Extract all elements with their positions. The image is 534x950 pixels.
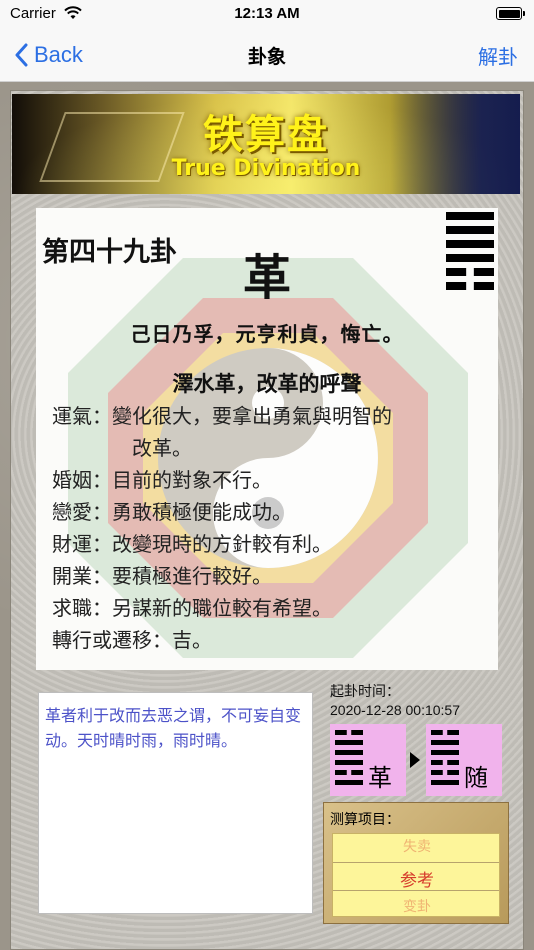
arrow-right-icon: [410, 752, 420, 768]
yang-line: [431, 740, 459, 745]
yang-line: [335, 750, 363, 755]
yang-line: [446, 212, 494, 220]
app-banner: 铁算盘 True Divination: [12, 94, 520, 194]
yin-line: [473, 282, 494, 290]
start-time-label: 起卦时间：: [330, 683, 400, 699]
hexagram-name: 革: [242, 250, 291, 306]
picker-option[interactable]: 变卦: [333, 896, 499, 916]
yin-line: [447, 760, 459, 765]
hexagram-lines-icon: [446, 212, 494, 290]
original-hexagram-box: 革: [330, 724, 406, 796]
commentary-text[interactable]: 革者利于改而去恶之谓，不可妄自变动。天时晴时雨，雨时晴。: [38, 692, 313, 914]
chevron-left-icon: [15, 43, 28, 67]
changed-hexagram-box: 随: [426, 724, 502, 796]
fortune-row-wealth: 財運：改變現時的方針較有利。: [52, 532, 332, 556]
yin-line: [446, 282, 467, 290]
fortune-row-luck: 運氣：變化很大，要拿出勇氣與明智的: [52, 404, 392, 428]
yin-line: [431, 730, 443, 735]
hexagram-judgment: 己日乃孚，元亨利貞，悔亡。: [130, 322, 404, 346]
start-time-value: 2020-12-28 00:10:57: [330, 702, 460, 718]
original-hexagram-lines-icon: [335, 730, 363, 785]
battery-icon: [496, 7, 525, 20]
yang-line: [335, 780, 363, 785]
yin-line: [431, 760, 443, 765]
picker-option[interactable]: 失卖: [333, 836, 499, 856]
yin-line: [447, 770, 459, 775]
clock: 12:13 AM: [234, 5, 300, 22]
hexagram-card: 第四十九卦 革 己日乃孚，元亨利貞，悔亡。 澤水革，改革的呼聲 運氣：變化很大，…: [36, 208, 498, 670]
yang-line: [446, 254, 494, 262]
yin-line: [351, 770, 363, 775]
project-label: 测算项目：: [330, 812, 400, 828]
yang-line: [446, 240, 494, 248]
project-panel: 测算项目： 失卖 参考 变卦: [323, 802, 509, 924]
banner-subtitle: True Divination: [171, 156, 361, 181]
navigation-bar: Back 卦象 解卦: [0, 28, 534, 82]
yin-line: [351, 730, 363, 735]
picker-option-selected[interactable]: 参考: [333, 866, 499, 891]
project-picker[interactable]: 失卖 参考 变卦: [332, 833, 500, 917]
fortune-row-love: 戀愛：勇敢積極便能成功。: [52, 500, 292, 524]
start-time: 起卦时间： 2020-12-28 00:10:57: [330, 682, 530, 720]
fortune-list: 運氣：變化很大，要拿出勇氣與明智的 改革。 婚姻：目前的對象不行。 戀愛：勇敢積…: [52, 400, 492, 656]
changed-hexagram-name: 随: [464, 764, 488, 792]
yin-line: [431, 770, 443, 775]
hexagram-subtitle: 澤水革，改革的呼聲: [172, 371, 362, 396]
yin-line: [446, 268, 467, 276]
changed-hexagram-lines-icon: [431, 730, 459, 785]
original-hexagram-name: 革: [368, 764, 392, 792]
yin-line: [447, 730, 459, 735]
fortune-row-business: 開業：要積極進行較好。: [52, 564, 272, 588]
yin-line: [473, 268, 494, 276]
banner-title: 铁算盘: [203, 112, 329, 158]
yang-line: [335, 760, 363, 765]
yang-line: [431, 780, 459, 785]
fortune-row-luck-continued: 改革。: [132, 436, 192, 460]
interpret-button[interactable]: 解卦: [478, 41, 518, 70]
yin-line: [335, 730, 347, 735]
back-button[interactable]: Back: [14, 38, 83, 72]
fortune-row-move: 轉行或遷移：吉。: [52, 628, 212, 652]
yang-line: [431, 750, 459, 755]
fortune-row-marriage: 婚姻：目前的對象不行。: [52, 468, 272, 492]
back-label: Back: [34, 42, 83, 67]
yin-line: [335, 770, 347, 775]
status-bar: Carrier 12:13 AM: [0, 0, 534, 28]
yang-line: [446, 226, 494, 234]
yang-line: [335, 740, 363, 745]
fortune-row-job: 求職：另謀新的職位較有希望。: [52, 596, 332, 620]
